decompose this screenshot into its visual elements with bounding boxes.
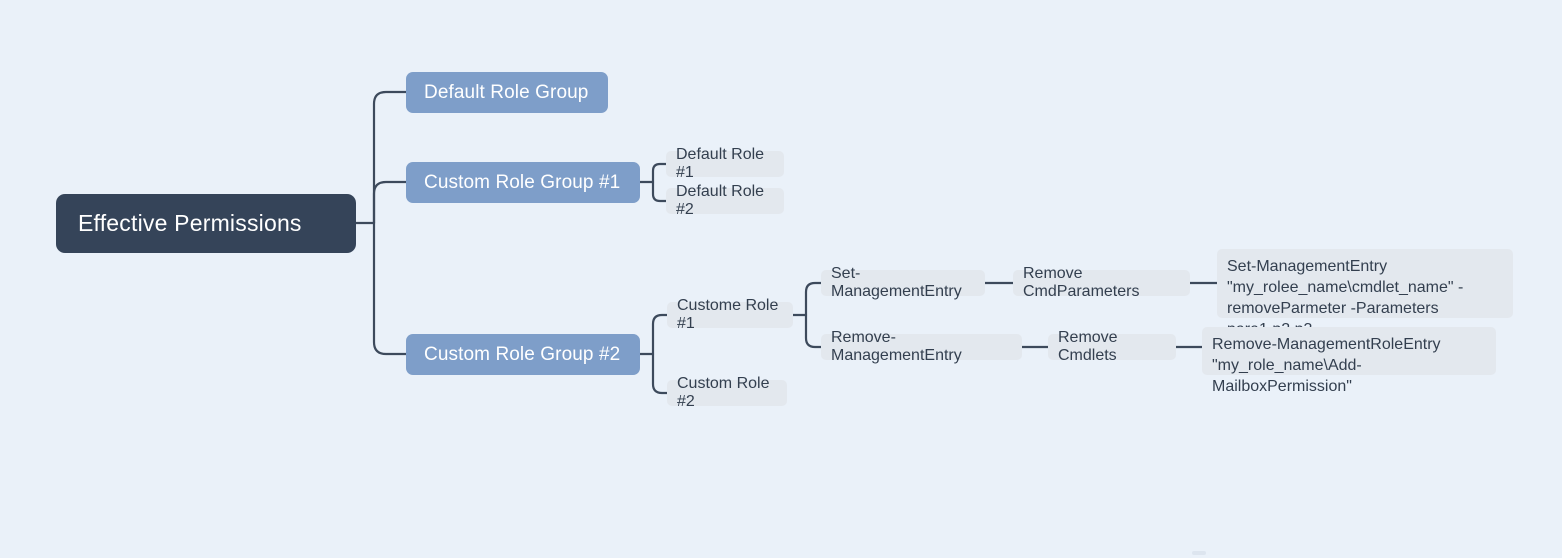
branch-node-label: Default Role Group xyxy=(424,81,589,103)
connector-root-to-b1 xyxy=(372,90,408,225)
leaf-node-custome-role-1[interactable]: Custome Role #1 xyxy=(667,297,793,332)
leaf-node-label: Remove-ManagementEntry xyxy=(831,329,962,364)
leaf-node-remove-managemententry[interactable]: Remove-ManagementEntry xyxy=(821,329,1022,364)
root-node[interactable]: Effective Permissions xyxy=(56,194,356,253)
leaf-node-label: Custome Role #1 xyxy=(677,297,783,332)
leaf-node-default-role-1[interactable]: Default Role #1 xyxy=(666,146,784,181)
leaf-node-set-managemententry-command[interactable]: Set-ManagementEntry "my_rolee_name\cmdle… xyxy=(1217,249,1513,338)
connector-b3-to-cr2 xyxy=(651,352,669,395)
leaf-node-label: Default Role #1 xyxy=(676,146,769,181)
mindmap-canvas: Effective Permissions Default Role Group… xyxy=(0,0,1562,558)
connector-b3-to-cr1 xyxy=(651,313,669,356)
leaf-node-label: Remove CmdParameters xyxy=(1023,265,1140,300)
leaf-node-label: Remove Cmdlets xyxy=(1058,329,1123,364)
branch-node-default-role-group[interactable]: Default Role Group xyxy=(406,72,608,113)
leaf-node-custom-role-2[interactable]: Custom Role #2 xyxy=(667,375,787,410)
leaf-node-label: Default Role #2 xyxy=(676,183,769,218)
branch-node-custom-role-group-2[interactable]: Custom Role Group #2 xyxy=(406,334,640,375)
root-node-label: Effective Permissions xyxy=(78,210,302,236)
leaf-node-remove-cmdparameters[interactable]: Remove CmdParameters xyxy=(1013,265,1190,300)
leaf-node-label: Custom Role #2 xyxy=(677,375,774,410)
leaf-node-set-managemententry[interactable]: Set-ManagementEntry xyxy=(821,265,985,300)
connector-cr1-to-rme xyxy=(804,313,823,349)
leaf-node-remove-managementroleentry-command[interactable]: Remove-ManagementRoleEntry "my_role_name… xyxy=(1202,327,1496,395)
leaf-node-default-role-2[interactable]: Default Role #2 xyxy=(666,183,784,218)
branch-node-custom-role-group-1[interactable]: Custom Role Group #1 xyxy=(406,162,640,203)
leaf-node-remove-cmdlets[interactable]: Remove Cmdlets xyxy=(1048,329,1176,364)
connector-root-to-b2 xyxy=(372,180,408,225)
leaf-node-label: Set-ManagementEntry xyxy=(831,265,962,300)
connector-root-to-b3 xyxy=(372,221,408,356)
branch-node-label: Custom Role Group #1 xyxy=(424,171,621,193)
connector-cr1-to-sme xyxy=(804,281,823,317)
branch-node-label: Custom Role Group #2 xyxy=(424,343,621,365)
connector-b2-to-dr2 xyxy=(651,180,668,203)
render-artifact xyxy=(1192,551,1206,555)
connector-b2-to-dr1 xyxy=(651,162,668,184)
leaf-node-label: Remove-ManagementRoleEntry "my_role_name… xyxy=(1212,336,1445,396)
